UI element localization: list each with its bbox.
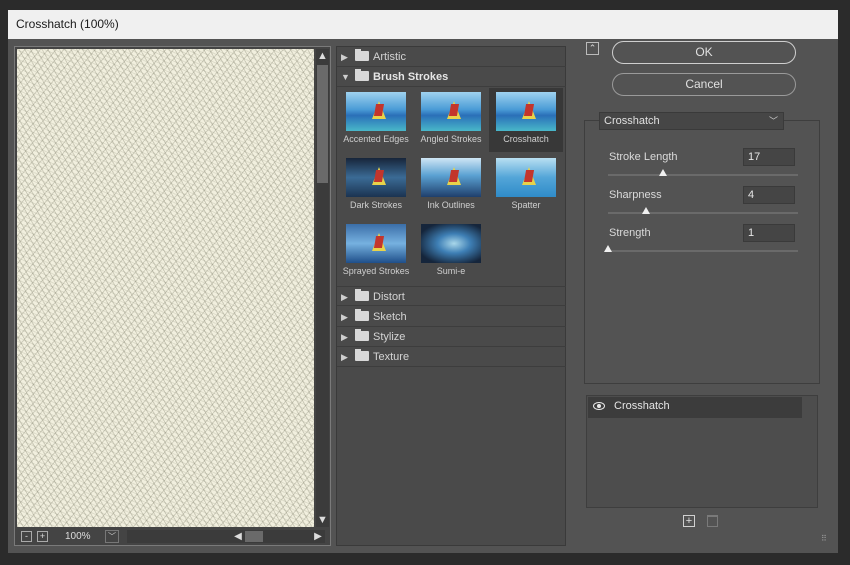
stroke-length-input[interactable]: 17	[743, 148, 795, 166]
category-label: Brush Strokes	[373, 71, 449, 83]
filter-label: Accented Edges	[343, 134, 409, 144]
scroll-down-arrow-icon[interactable]: ▼	[316, 513, 329, 527]
category-texture[interactable]: ▶ Texture	[337, 347, 566, 367]
strength-input[interactable]: 1	[743, 224, 795, 242]
chevron-down-icon: ﹀	[768, 116, 778, 126]
effect-layer-name: Crosshatch	[614, 400, 670, 412]
scroll-up-arrow-icon[interactable]: ▲	[316, 49, 329, 63]
preview-vertical-scrollbar[interactable]: ▲ ▼	[316, 49, 329, 527]
category-sketch[interactable]: ▶ Sketch	[337, 307, 566, 327]
category-brush-strokes[interactable]: ▼ Brush Strokes	[337, 67, 566, 87]
horizontal-scroll-thumb[interactable]	[245, 531, 263, 542]
collapse-gallery-icon[interactable]: ⌃	[586, 42, 599, 55]
trash-icon[interactable]	[707, 515, 718, 527]
category-label: Sketch	[373, 311, 407, 323]
folder-icon	[355, 329, 369, 341]
folder-icon	[355, 49, 369, 61]
folder-icon	[355, 309, 369, 321]
category-artistic[interactable]: ▶ Artistic	[337, 47, 566, 67]
filter-ink-outlines[interactable]: Ink Outlines	[414, 154, 488, 218]
filter-spatter[interactable]: Spatter	[489, 154, 563, 218]
sharpness-label: Sharpness	[609, 189, 662, 201]
ok-button[interactable]: OK	[612, 41, 796, 64]
folder-icon	[355, 289, 369, 301]
filter-accented-edges[interactable]: Accented Edges	[339, 88, 413, 152]
zoom-out-button[interactable]: -	[21, 531, 32, 542]
stroke-length-label: Stroke Length	[609, 151, 678, 163]
category-label: Artistic	[373, 51, 406, 63]
expand-triangle-icon: ▶	[341, 312, 348, 322]
strength-label: Strength	[609, 227, 651, 239]
category-distort[interactable]: ▶ Distort	[337, 286, 566, 306]
expand-triangle-icon: ▶	[341, 352, 348, 362]
folder-icon	[355, 349, 369, 361]
resize-grip-icon[interactable]: ⠿	[821, 534, 827, 543]
strength-slider-knob[interactable]	[604, 245, 612, 252]
preview-bottom-bar: - + 100% ﹀ ◀ ▶	[17, 529, 330, 544]
sharpness-slider-track[interactable]	[608, 212, 798, 214]
filter-sumi-e[interactable]: Sumi-e	[414, 220, 488, 284]
eye-icon[interactable]	[593, 402, 605, 410]
filter-thumbnail	[496, 92, 556, 131]
window-title: Crosshatch (100%)	[8, 10, 838, 39]
filter-gallery-list: ▶ Artistic ▼ Brush Strokes Accented Edges …	[336, 46, 566, 546]
expand-triangle-icon: ▶	[341, 52, 348, 62]
collapse-triangle-icon: ▼	[341, 72, 350, 82]
category-label: Texture	[373, 351, 410, 363]
expand-triangle-icon: ▶	[341, 332, 348, 342]
category-label: Stylize	[373, 331, 406, 343]
vertical-scroll-thumb[interactable]	[317, 65, 328, 183]
filter-thumbnail	[496, 158, 556, 197]
sharpness-slider-knob[interactable]	[642, 207, 650, 214]
filter-label: Sprayed Strokes	[342, 266, 410, 276]
scroll-left-arrow-icon[interactable]: ◀	[231, 530, 245, 543]
zoom-level: 100%	[65, 531, 91, 542]
filter-label: Dark Strokes	[349, 200, 402, 210]
preview-horizontal-scrollbar[interactable]: ◀ ▶	[127, 530, 325, 543]
scroll-right-arrow-icon[interactable]: ▶	[311, 530, 325, 543]
filter-label: Angled Strokes	[420, 134, 482, 144]
filter-thumbnail	[346, 158, 406, 197]
zoom-in-button[interactable]: +	[37, 531, 48, 542]
filter-thumbnail	[346, 224, 406, 263]
filter-select-value: Crosshatch	[604, 115, 660, 127]
new-effect-layer-icon[interactable]: +	[683, 515, 695, 527]
preview-canvas[interactable]	[17, 49, 314, 527]
filter-sprayed-strokes[interactable]: Sprayed Strokes	[339, 220, 413, 284]
stroke-length-slider-track[interactable]	[608, 174, 798, 176]
stroke-length-slider-knob[interactable]	[659, 169, 668, 176]
filter-label: Spatter	[511, 200, 541, 210]
folder-icon	[355, 69, 369, 81]
filter-label: Crosshatch	[503, 134, 549, 144]
filter-label: Sumi-e	[436, 266, 466, 276]
expand-triangle-icon: ▶	[341, 292, 348, 302]
filter-thumbnail	[421, 224, 481, 263]
filter-thumbnail	[421, 92, 481, 131]
filter-select-dropdown[interactable]: Crosshatch ﹀	[599, 112, 784, 130]
filter-thumbnail	[421, 158, 481, 197]
filter-dark-strokes[interactable]: Dark Strokes	[339, 154, 413, 218]
effect-layer-row[interactable]: Crosshatch	[588, 397, 802, 418]
preview-panel: ▲ ▼ - + 100% ﹀ ◀ ▶	[14, 46, 331, 546]
filter-thumbnail	[346, 92, 406, 131]
filter-label: Ink Outlines	[427, 200, 475, 210]
zoom-dropdown-chevron-icon[interactable]: ﹀	[105, 530, 119, 543]
filter-crosshatch[interactable]: Crosshatch	[489, 88, 563, 152]
effect-layers-panel: Crosshatch	[586, 395, 818, 508]
strength-slider-track[interactable]	[608, 250, 798, 252]
sharpness-input[interactable]: 4	[743, 186, 795, 204]
category-stylize[interactable]: ▶ Stylize	[337, 327, 566, 347]
cancel-button[interactable]: Cancel	[612, 73, 796, 96]
filter-angled-strokes[interactable]: Angled Strokes	[414, 88, 488, 152]
category-label: Distort	[373, 291, 405, 303]
